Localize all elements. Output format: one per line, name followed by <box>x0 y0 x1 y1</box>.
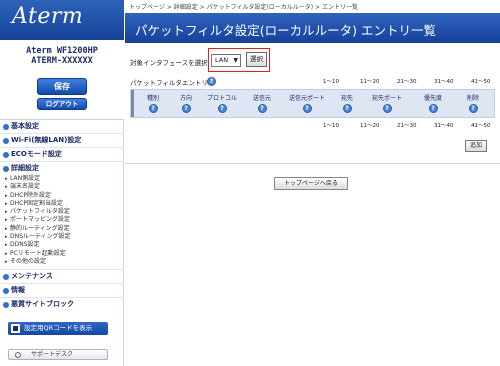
support-button-label: サポートデスク <box>31 351 74 358</box>
bullet-icon <box>3 301 9 308</box>
pager-link-31-40[interactable]: 31〜40 <box>434 77 454 85</box>
column-header: 優先度 ? <box>423 95 442 113</box>
save-button[interactable]: 保存 <box>37 78 87 95</box>
nav-section-label: 詳細設定 <box>11 164 39 172</box>
bullet-icon <box>3 165 9 172</box>
nav-eco-mode[interactable]: ECOモード設定 <box>0 148 124 161</box>
pager-link-1-10[interactable]: 1〜10 <box>323 77 339 85</box>
pager-link-41-50[interactable]: 41〜50 <box>471 77 491 85</box>
help-icon[interactable]: ? <box>302 104 312 113</box>
pager-link-11-20[interactable]: 11〜20 <box>360 77 380 85</box>
select-button[interactable]: 選択 <box>246 52 267 67</box>
help-icon[interactable]: ? <box>181 104 191 113</box>
nav-item-port-mapping[interactable]: ポートマッピング設定 <box>0 216 124 225</box>
nav-item-dhcp-exclude[interactable]: DHCP除外設定 <box>0 192 124 201</box>
column-header: 削除 ? <box>466 95 479 113</box>
help-icon[interactable]: ? <box>257 104 267 113</box>
packet-filter-table: 種別 ? 方向 ? プロトコル ? 送信元 ? 送信元ポート ? 宛先 ? 宛先… <box>130 89 495 118</box>
side-nav: 基本設定 Wi-Fi(無線LAN)設定 ECOモード設定 詳細設定 LAN側設定… <box>0 120 124 311</box>
pager-bottom: 1〜10 11〜20 21〜30 31〜40 41〜50 <box>323 121 500 129</box>
main-content: トップページ > 詳細設定 > パケットフィルタ設定(ローカルルータ) > エン… <box>125 0 500 366</box>
help-icon[interactable]: ? <box>148 104 158 113</box>
nav-section-label: 情報 <box>11 286 25 295</box>
divider <box>125 163 500 164</box>
title-bar: パケットフィルタ設定(ローカルルータ) エントリ一覧 <box>125 13 500 43</box>
column-header: 送信元 ? <box>252 95 271 113</box>
nav-item-ddns[interactable]: DDNS設定 <box>0 241 124 250</box>
model-name: Aterm WF1200HP <box>26 46 98 56</box>
column-header: 種別 ? <box>146 95 159 113</box>
support-desk-button[interactable]: サポートデスク <box>8 349 108 360</box>
column-header: 方向 ? <box>179 95 192 113</box>
page-title: パケットフィルタ設定(ローカルルータ) エントリ一覧 <box>135 23 436 38</box>
bullet-icon <box>3 273 9 280</box>
pager-link-21-30[interactable]: 21〜30 <box>397 121 417 129</box>
table-accent <box>131 90 134 117</box>
nav-info[interactable]: 情報 <box>0 284 124 297</box>
help-icon[interactable]: ? <box>382 104 392 113</box>
nav-section-label: 悪質サイトブロック <box>11 300 74 309</box>
logout-button[interactable]: ログアウト <box>37 98 87 110</box>
sidebar: Aterm Aterm WF1200HP ATERM-XXXXXX 保存 ログア… <box>0 0 124 366</box>
column-header: プロトコル ? <box>206 95 237 113</box>
add-button[interactable]: 追加 <box>465 140 487 152</box>
bullet-icon <box>3 287 9 294</box>
help-icon[interactable]: ? <box>342 104 352 113</box>
interface-label: 対象インタフェースを選択 <box>130 59 208 67</box>
pager-link-41-50[interactable]: 41〜50 <box>471 121 491 129</box>
logo-band: Aterm <box>0 0 124 40</box>
nav-item-dhcp-fixed[interactable]: DHCP固定割当設定 <box>0 200 124 209</box>
nav-item-static-routing[interactable]: 静的ルーティング設定 <box>0 225 124 234</box>
nav-item-host-name[interactable]: 端末名設定 <box>0 183 124 192</box>
bullet-icon <box>3 123 9 130</box>
help-icon[interactable]: ? <box>217 104 227 113</box>
nav-section-label: メンテナンス <box>11 272 53 281</box>
interface-value: LAN <box>215 56 229 64</box>
nav-item-other[interactable]: その他の設定 <box>0 258 124 267</box>
column-header: 宛先 ? <box>340 95 353 113</box>
interface-select[interactable]: LAN ▼ <box>211 54 241 67</box>
circle-icon <box>15 352 21 358</box>
nav-section-label: ECOモード設定 <box>11 150 62 158</box>
nav-section-label: 基本設定 <box>11 122 39 130</box>
qr-button-label: 設定用QRコードを表示 <box>24 324 93 332</box>
entry-list-label: パケットフィルタエントリ <box>130 79 208 87</box>
aterm-logo: Aterm <box>12 4 84 29</box>
back-to-top-button[interactable]: トップページへ戻る <box>274 177 348 190</box>
column-header: 送信元ポート ? <box>288 95 325 113</box>
nav-section-label: Wi-Fi(無線LAN)設定 <box>11 136 82 144</box>
pager-top: 1〜10 11〜20 21〜30 31〜40 41〜50 <box>323 77 500 85</box>
nav-maintenance[interactable]: メンテナンス <box>0 270 124 283</box>
nav-wifi-settings[interactable]: Wi-Fi(無線LAN)設定 <box>0 134 124 147</box>
bullet-icon <box>3 151 9 158</box>
nav-item-pc-wake[interactable]: PCリモート起動設定 <box>0 250 124 259</box>
breadcrumb[interactable]: トップページ > 詳細設定 > パケットフィルタ設定(ローカルルータ) > エン… <box>129 2 358 11</box>
model-id: ATERM-XXXXXX <box>31 56 93 66</box>
model-box: Aterm WF1200HP ATERM-XXXXXX 保存 ログアウト <box>0 40 124 120</box>
pager-link-31-40[interactable]: 31〜40 <box>434 121 454 129</box>
help-icon[interactable]: ? <box>207 77 216 86</box>
nav-basic-settings[interactable]: 基本設定 <box>0 120 124 133</box>
bullet-icon <box>3 137 9 144</box>
nav-malicious-site-block[interactable]: 悪質サイトブロック <box>0 298 124 311</box>
show-qr-code-button[interactable]: 設定用QRコードを表示 <box>8 322 108 335</box>
pager-link-21-30[interactable]: 21〜30 <box>397 77 417 85</box>
help-icon[interactable]: ? <box>468 104 478 113</box>
nav-advanced-settings[interactable]: 詳細設定 <box>0 162 124 175</box>
pager-link-1-10[interactable]: 1〜10 <box>323 121 339 129</box>
pager-link-11-20[interactable]: 11〜20 <box>360 121 380 129</box>
help-icon[interactable]: ? <box>428 104 438 113</box>
chevron-down-icon: ▼ <box>233 57 238 64</box>
column-header: 宛先ポート ? <box>371 95 402 113</box>
qr-code-icon <box>11 324 20 333</box>
